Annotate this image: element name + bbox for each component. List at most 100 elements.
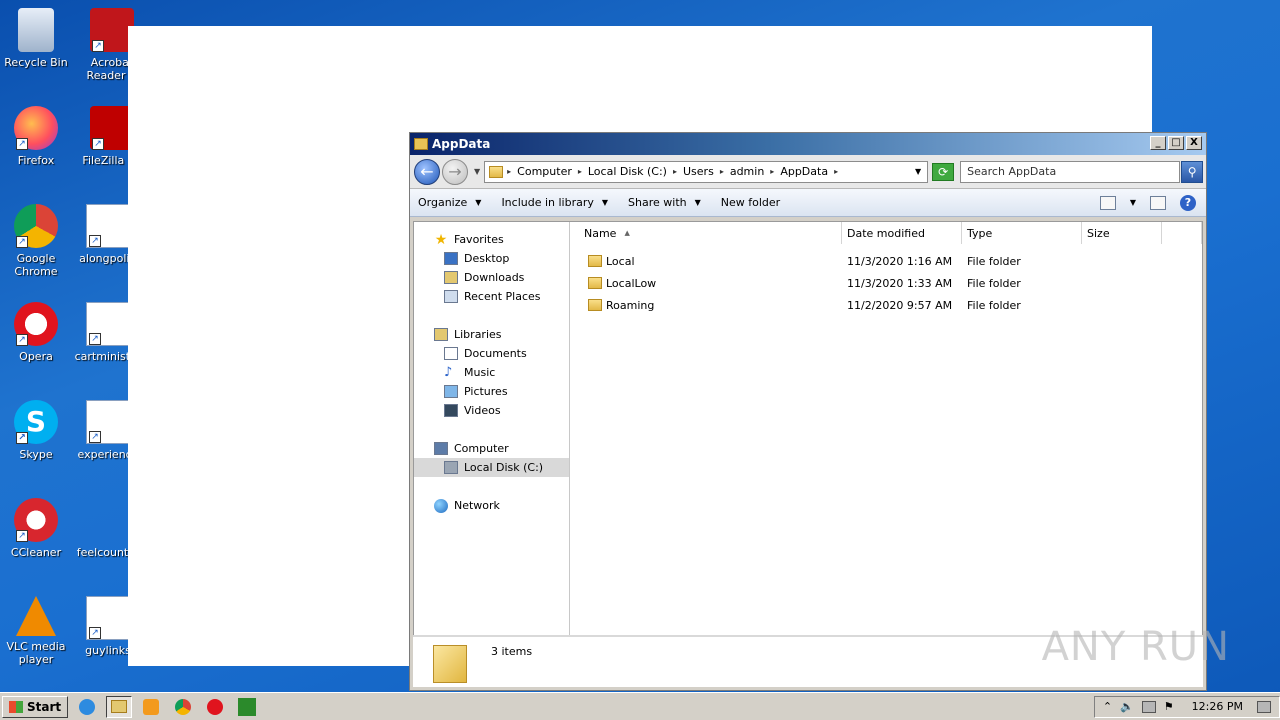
nav-item-network[interactable]: Network [414, 496, 569, 515]
shortcut-arrow-icon: ↗ [89, 627, 101, 639]
share-with-button[interactable]: Share with ▼ [628, 196, 701, 209]
start-label: Start [27, 699, 62, 714]
forward-button[interactable]: → [442, 158, 468, 185]
desktop-icon-firefox[interactable]: ↗ Firefox [0, 106, 72, 167]
nav-item-libraries[interactable]: Libraries [414, 325, 569, 344]
clock[interactable]: 12:26 PM [1192, 700, 1243, 713]
chevron-right-icon[interactable]: ▸ [578, 167, 582, 176]
show-desktop-icon[interactable] [1257, 700, 1271, 713]
organize-label: Organize [418, 196, 468, 209]
app-icon [238, 697, 257, 716]
taskbar-app[interactable] [234, 696, 260, 718]
column-header-size[interactable]: Size [1082, 222, 1162, 244]
nav-item-recent-places[interactable]: Recent Places [414, 287, 569, 306]
organize-button[interactable]: Organize ▼ [418, 196, 481, 209]
desktop-icon-skype[interactable]: S ↗ Skype [0, 400, 72, 461]
taskbar-opera[interactable] [202, 696, 228, 718]
taskbar: Start ⌃ 🔈 ⚑ 12:26 PM [0, 692, 1280, 720]
desktop-icon-opera[interactable]: ↗ Opera [0, 302, 72, 363]
desktop-icon-label: CCleaner [10, 546, 62, 559]
search-placeholder: Search AppData [967, 165, 1057, 178]
refresh-button[interactable]: ⟳ [932, 162, 955, 181]
shortcut-arrow-icon: ↗ [89, 431, 101, 443]
action-center-flag-icon[interactable]: ⚑ [1164, 700, 1174, 713]
column-label: Type [967, 226, 993, 240]
shortcut-arrow-icon: ↗ [89, 235, 101, 247]
nav-label: Network [454, 499, 500, 512]
column-header-extra[interactable] [1162, 222, 1202, 244]
word-doc-icon [86, 498, 130, 542]
include-in-library-button[interactable]: Include in library ▼ [501, 196, 608, 209]
nav-item-computer[interactable]: Computer [414, 439, 569, 458]
chevron-right-icon[interactable]: ▸ [720, 167, 724, 176]
column-header-name[interactable]: Name ▲ [570, 222, 842, 244]
folder-icon [489, 165, 504, 178]
view-options-icon[interactable] [1099, 195, 1116, 210]
opera-icon: ↗ [14, 302, 58, 346]
nav-item-downloads[interactable]: Downloads [414, 268, 569, 287]
nav-label: Recent Places [464, 290, 541, 303]
preview-pane-icon[interactable] [1150, 195, 1166, 210]
nav-item-local-disk[interactable]: Local Disk (C:) [414, 458, 569, 477]
shortcut-arrow-icon: ↗ [92, 40, 104, 52]
breadcrumb-local-disk[interactable]: Local Disk (C:) [588, 165, 667, 178]
include-in-library-label: Include in library [501, 196, 594, 209]
address-field[interactable]: ▸ Computer ▸ Local Disk (C:) ▸ Users ▸ a… [484, 160, 929, 183]
chrome-icon: ↗ [14, 204, 58, 248]
chevron-right-icon[interactable]: ▸ [507, 167, 511, 176]
volume-icon[interactable]: 🔈 [1120, 700, 1134, 713]
taskbar-explorer[interactable] [106, 695, 133, 718]
taskbar-ie[interactable] [74, 696, 100, 718]
desktop-icon-recycle-bin[interactable]: Recycle Bin [0, 8, 72, 69]
word-doc-icon: ↗ [86, 302, 130, 346]
breadcrumb-users[interactable]: Users [683, 165, 714, 178]
chevron-down-icon: ▼ [694, 198, 701, 207]
chevron-right-icon[interactable]: ▸ [673, 167, 677, 176]
desktop-icon-ccleaner[interactable]: ↗ CCleaner [0, 498, 72, 559]
close-button[interactable]: X [1186, 136, 1202, 150]
column-header-type[interactable]: Type [962, 222, 1082, 244]
system-tray: ⌃ 🔈 ⚑ 12:26 PM [1093, 695, 1280, 718]
chevron-right-icon[interactable]: ▸ [770, 167, 774, 176]
taskbar-media-player[interactable] [138, 696, 164, 718]
search-input[interactable]: Search AppData ⚲ [960, 160, 1204, 183]
column-header-date[interactable]: Date modified [842, 222, 962, 244]
desktop-icon-vlc[interactable]: VLC media player [0, 596, 72, 666]
maximize-button[interactable]: □ [1168, 136, 1184, 150]
desktop-icon-label: guylinks [85, 644, 131, 657]
nav-item-documents[interactable]: Documents [414, 344, 569, 363]
new-folder-button[interactable]: New folder [721, 196, 780, 209]
desktop-icon-chrome[interactable]: ↗ Google Chrome [0, 204, 72, 278]
nav-item-favorites[interactable]: ★ Favorites [414, 230, 569, 249]
file-row[interactable]: Local 11/3/2020 1:16 AM File folder [570, 250, 1202, 272]
desktop-icon-label: Firefox [17, 154, 55, 167]
nav-item-videos[interactable]: Videos [414, 401, 569, 420]
breadcrumb-appdata[interactable]: AppData [780, 165, 828, 178]
nav-item-music[interactable]: ♪ Music [414, 363, 569, 382]
chevron-down-icon[interactable]: ▼ [1130, 198, 1136, 207]
file-row[interactable]: Roaming 11/2/2020 9:57 AM File folder [570, 294, 1202, 316]
file-row[interactable]: LocalLow 11/3/2020 1:33 AM File folder [570, 272, 1202, 294]
nav-item-desktop[interactable]: Desktop [414, 249, 569, 268]
opera-icon [207, 698, 224, 715]
recent-pages-dropdown[interactable]: ▼ [474, 167, 480, 176]
word-doc-icon: ↗ [86, 204, 130, 248]
chevron-down-icon[interactable]: ▼ [915, 167, 921, 176]
command-bar: Organize ▼ Include in library ▼ Share with… [410, 189, 1206, 217]
start-button[interactable]: Start [2, 695, 69, 718]
nav-label: Videos [464, 404, 501, 417]
minimize-button[interactable]: _ [1150, 136, 1166, 150]
column-label: Name [584, 226, 617, 240]
nav-item-pictures[interactable]: Pictures [414, 382, 569, 401]
breadcrumb-admin[interactable]: admin [730, 165, 764, 178]
breadcrumb-computer[interactable]: Computer [517, 165, 572, 178]
network-icon[interactable] [1141, 700, 1156, 713]
taskbar-chrome[interactable] [170, 696, 196, 718]
help-icon[interactable]: ? [1180, 194, 1196, 211]
search-icon[interactable]: ⚲ [1181, 160, 1204, 183]
chevron-up-icon[interactable]: ⌃ [1103, 700, 1112, 713]
title-bar[interactable]: AppData _ □ X [410, 133, 1206, 155]
shortcut-arrow-icon: ↗ [16, 236, 28, 248]
chevron-right-icon[interactable]: ▸ [834, 167, 838, 176]
back-button[interactable]: ← [414, 158, 440, 185]
